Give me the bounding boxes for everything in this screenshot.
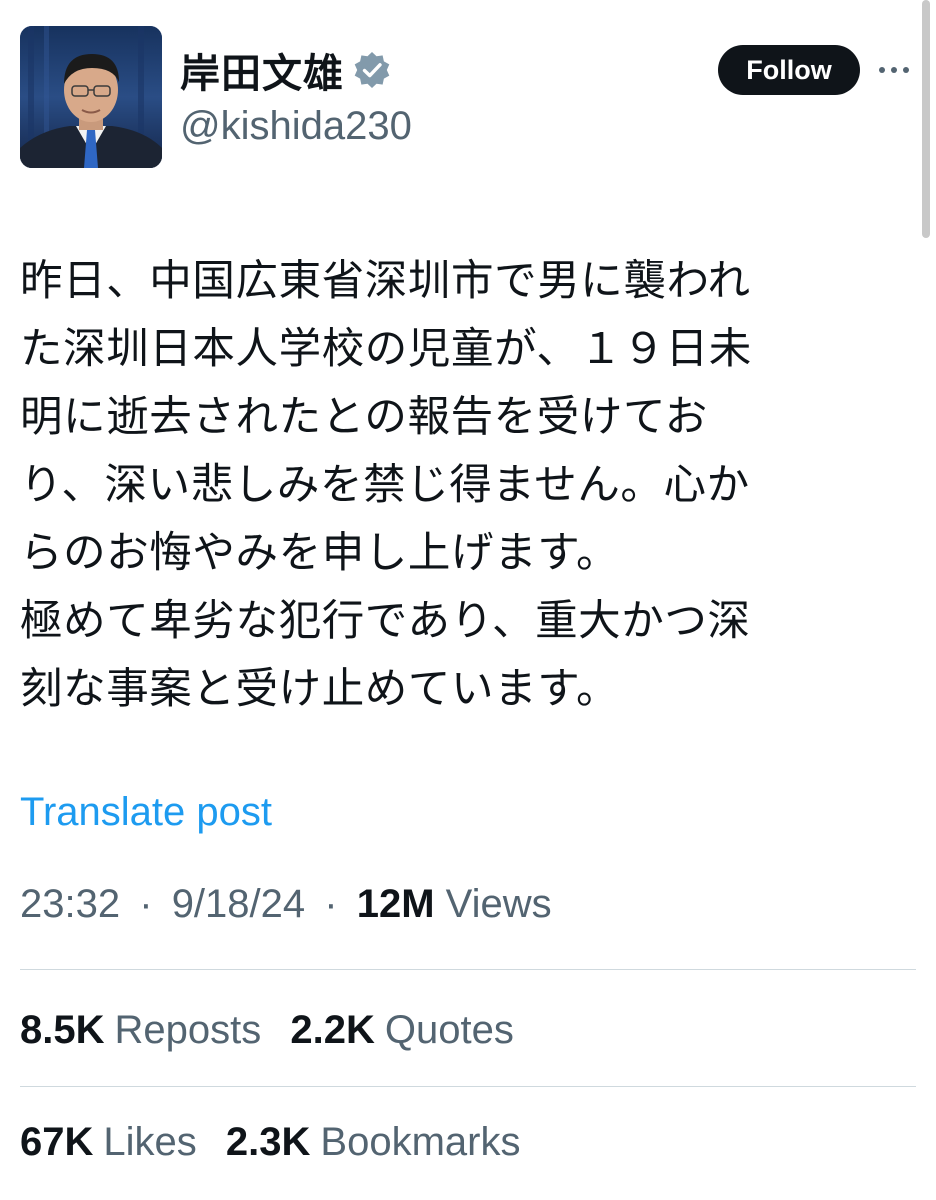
reposts-count: 8.5K — [20, 1008, 105, 1052]
follow-button[interactable]: Follow — [718, 45, 860, 95]
stats-row-reposts-quotes: 8.5K Reposts 2.2K Quotes — [20, 1008, 532, 1053]
reposts-label: Reposts — [114, 1008, 262, 1052]
post-text-line: 昨日、中国広東省深圳市で男に襲われ — [20, 257, 751, 306]
post-detail: 岸田文雄 @kishida230 Follow 昨日、中国広東省深圳市で男に襲わ… — [0, 0, 936, 1200]
post-text-line: り、深い悲しみを禁じ得ません。心か — [20, 461, 750, 510]
bookmarks-stat[interactable]: 2.3K Bookmarks — [226, 1120, 521, 1165]
translate-post-link[interactable]: Translate post — [20, 790, 272, 835]
views-label: Views — [445, 882, 552, 926]
author-display-name[interactable]: 岸田文雄 — [180, 41, 344, 99]
author-handle[interactable]: @kishida230 — [180, 104, 412, 149]
meta-separator: · — [324, 882, 338, 926]
divider — [20, 1086, 916, 1087]
verified-badge-icon[interactable] — [352, 50, 392, 90]
avatar[interactable] — [20, 26, 162, 168]
stats-row-likes-bookmarks: 67K Likes 2.3K Bookmarks — [20, 1120, 538, 1165]
author-name-row: 岸田文雄 — [180, 40, 392, 100]
post-text-line: た深圳日本人学校の児童が、１９日未 — [20, 325, 752, 374]
post-date[interactable]: 9/18/24 — [172, 882, 305, 926]
post-text-line: 明に逝去されたとの報告を受けてお — [20, 393, 708, 442]
post-time[interactable]: 23:32 — [20, 882, 120, 926]
likes-count: 67K — [20, 1120, 94, 1164]
scrollbar-thumb[interactable] — [922, 0, 930, 238]
post-text-line: 刻な事案と受け止めています。 — [20, 665, 620, 714]
likes-label: Likes — [103, 1120, 197, 1164]
avatar-photo — [20, 26, 162, 168]
quotes-label: Quotes — [384, 1008, 514, 1052]
bookmarks-count: 2.3K — [225, 1120, 311, 1164]
quotes-stat[interactable]: 2.2K Quotes — [290, 1008, 513, 1053]
reposts-stat[interactable]: 8.5K Reposts — [20, 1008, 261, 1053]
bookmarks-label: Bookmarks — [320, 1120, 521, 1164]
post-text: 昨日、中国広東省深圳市で男に襲われ た深圳日本人学校の児童が、１９日未 明に逝去… — [20, 248, 920, 724]
likes-stat[interactable]: 67K Likes — [20, 1120, 197, 1165]
post-meta: 23:32 · 9/18/24 · 12M Views — [20, 882, 552, 927]
views-count: 12M — [356, 882, 435, 926]
quotes-count: 2.2K — [290, 1008, 375, 1052]
more-horizontal-icon[interactable] — [876, 60, 912, 80]
divider — [20, 969, 916, 970]
post-text-line: 極めて卑劣な犯行であり、重大かつ深 — [20, 597, 751, 646]
meta-separator: · — [139, 882, 153, 926]
post-text-line: らのお悔やみを申し上げます。 — [20, 529, 620, 578]
